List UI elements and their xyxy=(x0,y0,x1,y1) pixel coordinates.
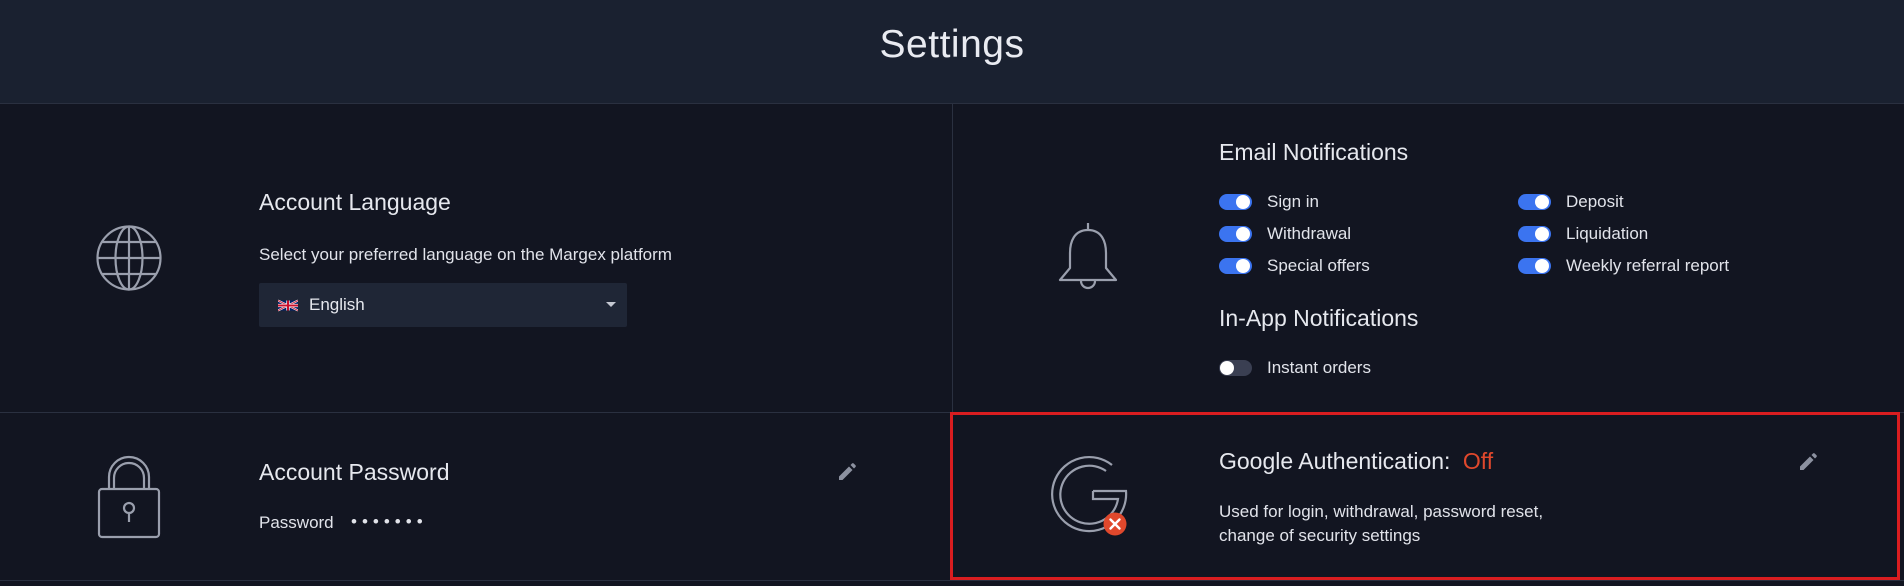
account-language-description: Select your preferred language on the Ma… xyxy=(259,245,672,264)
lock-icon xyxy=(97,455,161,539)
edit-google-auth-pencil-icon[interactable] xyxy=(1797,451,1819,473)
toggle-label: Instant orders xyxy=(1267,358,1371,377)
toggle-label: Weekly referral report xyxy=(1566,256,1730,275)
toggle-deposit[interactable]: Deposit xyxy=(1518,192,1624,212)
toggle-switch[interactable] xyxy=(1219,360,1252,376)
toggle-label: Withdrawal xyxy=(1267,224,1352,243)
language-select-value: English xyxy=(309,295,365,314)
google-icon xyxy=(1051,455,1128,536)
toggle-label: Special offers xyxy=(1267,256,1370,275)
language-select[interactable]: English xyxy=(259,283,627,327)
password-label: Password xyxy=(259,513,334,532)
google-auth-status: Off xyxy=(1462,448,1494,474)
toggle-switch[interactable] xyxy=(1518,226,1551,242)
toggle-label: Sign in xyxy=(1267,192,1319,211)
account-password-title: Account Password xyxy=(259,459,450,485)
google-auth-description-line1: Used for login, withdrawal, password res… xyxy=(1219,502,1544,521)
toggle-instant-orders[interactable]: Instant orders xyxy=(1219,358,1371,378)
google-auth-title-row: Google Authentication: Off xyxy=(1219,448,1493,475)
uk-flag-icon xyxy=(278,299,298,311)
toggle-switch[interactable] xyxy=(1219,226,1252,242)
globe-icon xyxy=(96,225,162,291)
page-title: Settings xyxy=(879,22,1025,66)
horizontal-divider-right xyxy=(952,412,1904,413)
toggle-liquidation[interactable]: Liquidation xyxy=(1518,224,1648,244)
email-notifications-title: Email Notifications xyxy=(1219,139,1409,165)
bottom-divider xyxy=(0,580,1904,581)
toggle-switch[interactable] xyxy=(1518,194,1551,210)
toggle-withdrawal[interactable]: Withdrawal xyxy=(1219,224,1351,244)
caret-down-icon xyxy=(606,302,616,307)
error-badge-icon xyxy=(1103,512,1127,536)
password-masked-value: ••••••• xyxy=(351,512,428,531)
vertical-divider xyxy=(952,104,953,412)
in-app-notifications-title: In-App Notifications xyxy=(1219,305,1419,331)
page-header: Settings xyxy=(0,0,1904,104)
horizontal-divider-left xyxy=(0,412,952,413)
toggle-label: Liquidation xyxy=(1566,224,1649,243)
toggle-special-offers[interactable]: Special offers xyxy=(1219,256,1370,276)
toggle-label: Deposit xyxy=(1566,192,1624,211)
toggle-switch[interactable] xyxy=(1219,258,1252,274)
google-auth-description-line2: change of security settings xyxy=(1219,526,1421,545)
account-language-title: Account Language xyxy=(259,189,451,215)
toggle-sign-in[interactable]: Sign in xyxy=(1219,192,1319,212)
edit-password-pencil-icon[interactable] xyxy=(836,461,858,483)
google-auth-title: Google Authentication: xyxy=(1219,448,1451,474)
toggle-switch[interactable] xyxy=(1518,258,1551,274)
bell-icon xyxy=(1058,223,1118,290)
toggle-weekly-referral-report[interactable]: Weekly referral report xyxy=(1518,256,1729,276)
toggle-switch[interactable] xyxy=(1219,194,1252,210)
